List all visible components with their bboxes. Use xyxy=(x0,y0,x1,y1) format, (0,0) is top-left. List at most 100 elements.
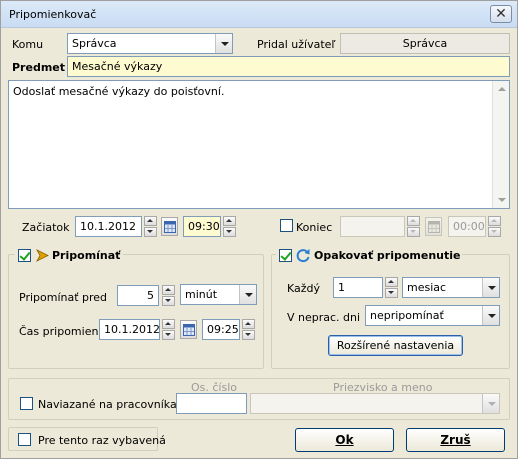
koniec-date-input[interactable] xyxy=(340,216,405,237)
arrow-right-icon xyxy=(36,249,49,262)
spin-down-icon[interactable] xyxy=(144,227,157,237)
pre-tento-raz-checkbox[interactable] xyxy=(18,433,31,446)
spin-up-icon[interactable] xyxy=(242,319,255,329)
neprac-select[interactable]: nepripomínať xyxy=(365,305,500,326)
advanced-settings-button[interactable]: Rozšírené nastavenia xyxy=(328,335,463,356)
spin-up-icon[interactable] xyxy=(385,277,398,287)
zaciatok-time-value: 09:30 xyxy=(188,220,220,233)
calendar-icon xyxy=(164,221,176,233)
naviazane-checkbox[interactable] xyxy=(20,397,33,410)
calendar-icon xyxy=(183,324,195,336)
cas-date-value: 10.1.2012 xyxy=(104,323,160,336)
pripominat-pred-value: 5 xyxy=(147,289,154,302)
os-cislo-input[interactable] xyxy=(176,393,247,414)
chevron-down-icon[interactable] xyxy=(482,306,499,325)
spin-down-icon[interactable] xyxy=(488,227,501,237)
cas-date-input[interactable]: 10.1.2012 xyxy=(99,319,160,340)
pridal-field: Správca xyxy=(340,33,510,54)
advanced-settings-label: Rozšírené nastavenia xyxy=(336,339,455,352)
zrus-button[interactable]: Zruš xyxy=(406,428,505,452)
pripominat-checkbox[interactable] xyxy=(18,249,31,262)
zaciatok-time-input[interactable]: 09:30 xyxy=(183,216,221,237)
neprac-label: V neprac. dni xyxy=(287,311,361,324)
pripominat-unit-value: minút xyxy=(185,288,218,301)
spin-up-icon[interactable] xyxy=(223,216,236,226)
spin-up-icon[interactable] xyxy=(162,285,175,295)
body-text: Odoslať mesačné výkazy do poisťovní. xyxy=(13,85,225,98)
scroll-down-icon[interactable] xyxy=(498,198,506,202)
spin-up-icon[interactable] xyxy=(144,216,157,226)
kazdy-spinner[interactable] xyxy=(385,277,398,298)
cas-time-input[interactable]: 09:25 xyxy=(202,319,240,340)
body-textarea[interactable]: Odoslať mesačné výkazy do poisťovní. xyxy=(8,80,510,209)
zrus-label: Zruš xyxy=(440,433,471,447)
cas-date-spinner[interactable] xyxy=(162,319,175,340)
komu-select[interactable]: Správca xyxy=(67,33,233,54)
pripominat-pred-label: Pripomínať pred xyxy=(19,291,108,304)
zaciatok-date-value: 10.1.2012 xyxy=(80,220,136,233)
window-title: Pripomienkovač xyxy=(9,8,97,21)
body-scrollbar[interactable] xyxy=(492,81,509,208)
chevron-down-icon[interactable] xyxy=(482,278,499,297)
predmet-label: Predmet xyxy=(12,61,66,74)
ok-button[interactable]: Ok xyxy=(295,428,394,452)
opakovat-title: Opakovať pripomenutie xyxy=(314,249,461,262)
koniec-time-spinner[interactable] xyxy=(488,216,501,237)
spin-down-icon[interactable] xyxy=(407,227,420,237)
zaciatok-label: Začiatok xyxy=(22,221,70,234)
kazdy-unit-select[interactable]: mesiac xyxy=(402,277,500,298)
spin-down-icon[interactable] xyxy=(223,227,236,237)
ok-label: Ok xyxy=(335,433,354,447)
zaciatok-date-input[interactable]: 10.1.2012 xyxy=(75,216,142,237)
pridal-label: Pridal užívateľ xyxy=(257,38,336,51)
cas-pripomienky-label: Čas pripomienky xyxy=(19,325,111,338)
calendar-icon xyxy=(428,221,440,233)
chevron-down-icon[interactable] xyxy=(215,34,232,53)
kazdy-unit-value: mesiac xyxy=(407,281,447,294)
pridal-value: Správca xyxy=(402,37,448,50)
close-button[interactable]: ✕ xyxy=(490,5,512,23)
pripominat-pred-input[interactable]: 5 xyxy=(117,285,159,306)
spin-down-icon[interactable] xyxy=(242,330,255,340)
predmet-input[interactable]: Mesačné výkazy xyxy=(67,56,510,77)
kazdy-input[interactable]: 1 xyxy=(333,277,383,298)
scroll-up-icon[interactable] xyxy=(498,87,506,91)
predmet-value: Mesačné výkazy xyxy=(72,60,163,73)
chevron-down-icon[interactable] xyxy=(482,394,499,413)
kazdy-label: Každý xyxy=(287,282,321,295)
title-bar: Pripomienkovač ✕ xyxy=(1,1,517,28)
pripominat-group xyxy=(8,254,264,369)
zaciatok-calendar-button[interactable] xyxy=(161,217,178,236)
pripominat-pred-spinner[interactable] xyxy=(162,285,175,306)
koniec-date-spinner[interactable] xyxy=(407,216,420,237)
pripominat-legend: Pripomínať xyxy=(15,246,123,264)
zaciatok-time-spinner[interactable] xyxy=(223,216,236,237)
koniec-calendar-button[interactable] xyxy=(425,217,442,236)
kazdy-value: 1 xyxy=(338,281,345,294)
spin-up-icon[interactable] xyxy=(162,319,175,329)
cas-time-spinner[interactable] xyxy=(242,319,255,340)
spin-up-icon[interactable] xyxy=(488,216,501,226)
opakovat-checkbox[interactable] xyxy=(279,249,292,262)
naviazane-label: Naviazané na pracovníka: xyxy=(38,398,181,411)
pripominat-title: Pripomínať xyxy=(52,249,121,262)
koniec-time-input[interactable]: 00:00 xyxy=(448,216,486,237)
cas-time-value: 09:25 xyxy=(207,323,239,336)
priezvisko-select[interactable] xyxy=(250,393,500,414)
koniec-checkbox[interactable] xyxy=(280,219,293,232)
spin-up-icon[interactable] xyxy=(407,216,420,226)
spin-down-icon[interactable] xyxy=(162,330,175,340)
neprac-value: nepripomínať xyxy=(370,309,444,322)
pripominat-unit-select[interactable]: minút xyxy=(180,284,257,305)
koniec-time-value: 00:00 xyxy=(453,220,485,233)
zaciatok-date-spinner[interactable] xyxy=(144,216,157,237)
komu-label: Komu xyxy=(12,38,44,51)
koniec-label: Koniec xyxy=(296,221,333,234)
opakovat-legend: Opakovať pripomenutie xyxy=(276,246,462,264)
chevron-down-icon[interactable] xyxy=(239,285,256,304)
close-icon: ✕ xyxy=(495,6,507,22)
spin-down-icon[interactable] xyxy=(162,296,175,306)
spin-down-icon[interactable] xyxy=(385,288,398,298)
cas-calendar-button[interactable] xyxy=(180,320,197,339)
reminder-window: Pripomienkovač ✕ Komu Správca Pridal uží… xyxy=(0,0,518,459)
